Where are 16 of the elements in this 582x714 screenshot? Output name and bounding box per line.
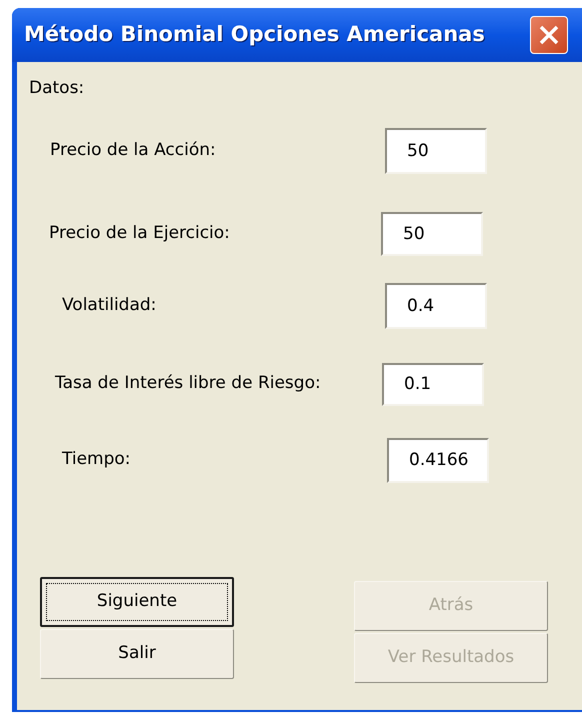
- input-field[interactable]: 0.4166: [387, 438, 489, 482]
- input-field[interactable]: 0.1: [382, 362, 484, 406]
- input-field[interactable]: 50: [381, 212, 483, 256]
- close-icon: [538, 24, 560, 46]
- dialog-button[interactable]: Salir: [40, 628, 234, 678]
- dialog-button[interactable]: Siguiente: [40, 576, 234, 626]
- section-label: Datos:: [29, 77, 84, 100]
- field-label: Precio de la Acción:: [50, 138, 216, 162]
- window-title: Método Binomial Opciones Americanas: [24, 21, 485, 48]
- input-field[interactable]: 0.4: [385, 282, 487, 328]
- input-field[interactable]: 50: [385, 128, 487, 174]
- close-button[interactable]: [530, 16, 568, 54]
- field-label: Volatilidad:: [62, 294, 156, 317]
- field-label: Precio de la Ejercicio:: [49, 222, 230, 245]
- field-label: Tasa de Interés libre de Riesgo:: [55, 372, 321, 396]
- field-label: Tiempo:: [62, 448, 131, 472]
